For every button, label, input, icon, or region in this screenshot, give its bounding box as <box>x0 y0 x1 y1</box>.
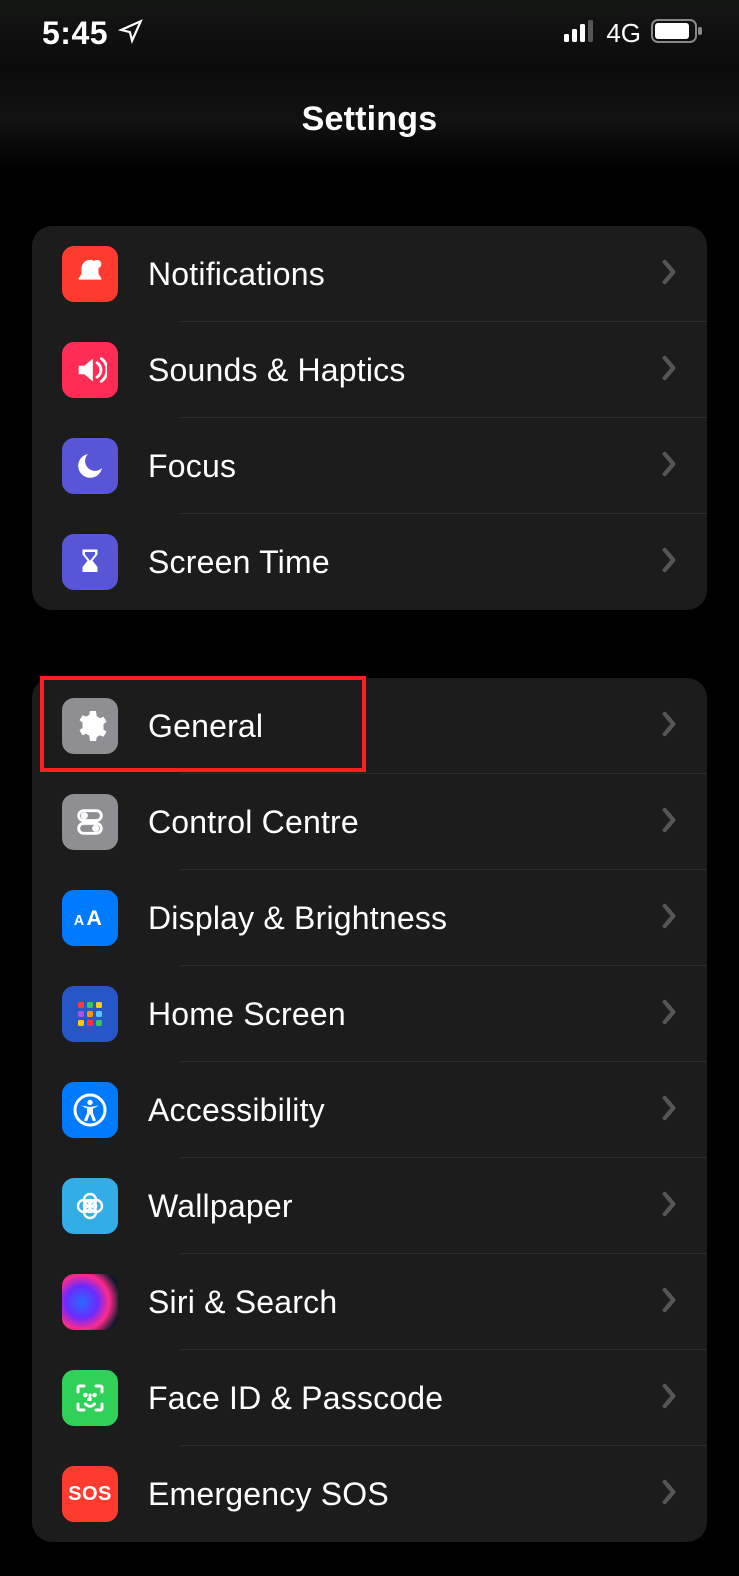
wallpaper-icon <box>62 1178 118 1234</box>
network-type-label: 4G <box>606 18 641 49</box>
row-label: Screen Time <box>148 544 661 581</box>
row-label: Display & Brightness <box>148 900 661 937</box>
row-accessibility[interactable]: Accessibility <box>32 1062 707 1158</box>
chevron-right-icon <box>661 711 677 742</box>
page-title: Settings <box>302 100 438 139</box>
row-face-id-passcode[interactable]: Face ID & Passcode <box>32 1350 707 1446</box>
settings-group-system: General Control Centre <box>32 678 707 1542</box>
notifications-icon <box>62 246 118 302</box>
row-emergency-sos[interactable]: SOS Emergency SOS <box>32 1446 707 1542</box>
row-label: Control Centre <box>148 804 661 841</box>
location-icon <box>118 15 144 52</box>
chevron-right-icon <box>661 259 677 290</box>
home-screen-icon <box>62 986 118 1042</box>
focus-icon <box>62 438 118 494</box>
settings-content: Notifications Sounds & Haptics <box>0 172 739 1542</box>
battery-icon <box>651 19 703 48</box>
chevron-right-icon <box>661 451 677 482</box>
row-notifications[interactable]: Notifications <box>32 226 707 322</box>
settings-group-alerts: Notifications Sounds & Haptics <box>32 226 707 610</box>
row-label: General <box>148 708 661 745</box>
chevron-right-icon <box>661 1287 677 1318</box>
nav-header: Settings <box>0 66 739 172</box>
row-label: Accessibility <box>148 1092 661 1129</box>
row-label: Notifications <box>148 256 661 293</box>
chevron-right-icon <box>661 547 677 578</box>
row-siri-search[interactable]: Siri & Search <box>32 1254 707 1350</box>
row-control-centre[interactable]: Control Centre <box>32 774 707 870</box>
row-sounds-haptics[interactable]: Sounds & Haptics <box>32 322 707 418</box>
svg-text:A: A <box>74 913 85 929</box>
chevron-right-icon <box>661 355 677 386</box>
display-brightness-icon: A A <box>62 890 118 946</box>
row-general[interactable]: General <box>32 678 707 774</box>
row-label: Wallpaper <box>148 1188 661 1225</box>
row-home-screen[interactable]: Home Screen <box>32 966 707 1062</box>
row-label: Sounds & Haptics <box>148 352 661 389</box>
accessibility-icon <box>62 1082 118 1138</box>
status-right: 4G <box>564 18 703 49</box>
row-label: Siri & Search <box>148 1284 661 1321</box>
sounds-icon <box>62 342 118 398</box>
chevron-right-icon <box>661 1479 677 1510</box>
row-label: Focus <box>148 448 661 485</box>
chevron-right-icon <box>661 999 677 1030</box>
chevron-right-icon <box>661 1383 677 1414</box>
status-bar: 5:45 4G <box>0 0 739 66</box>
row-wallpaper[interactable]: Wallpaper <box>32 1158 707 1254</box>
control-centre-icon <box>62 794 118 850</box>
row-focus[interactable]: Focus <box>32 418 707 514</box>
row-label: Emergency SOS <box>148 1476 661 1513</box>
cellular-signal-icon <box>564 20 596 47</box>
row-label: Face ID & Passcode <box>148 1380 661 1417</box>
screen-time-icon <box>62 534 118 590</box>
chevron-right-icon <box>661 1095 677 1126</box>
svg-text:A: A <box>86 905 102 930</box>
chevron-right-icon <box>661 903 677 934</box>
status-left: 5:45 <box>42 15 144 52</box>
row-display-brightness[interactable]: A A Display & Brightness <box>32 870 707 966</box>
chevron-right-icon <box>661 1191 677 1222</box>
row-label: Home Screen <box>148 996 661 1033</box>
general-gear-icon <box>62 698 118 754</box>
row-screen-time[interactable]: Screen Time <box>32 514 707 610</box>
status-time: 5:45 <box>42 15 108 52</box>
siri-icon <box>62 1274 118 1330</box>
sos-icon: SOS <box>62 1466 118 1522</box>
chevron-right-icon <box>661 807 677 838</box>
face-id-icon <box>62 1370 118 1426</box>
